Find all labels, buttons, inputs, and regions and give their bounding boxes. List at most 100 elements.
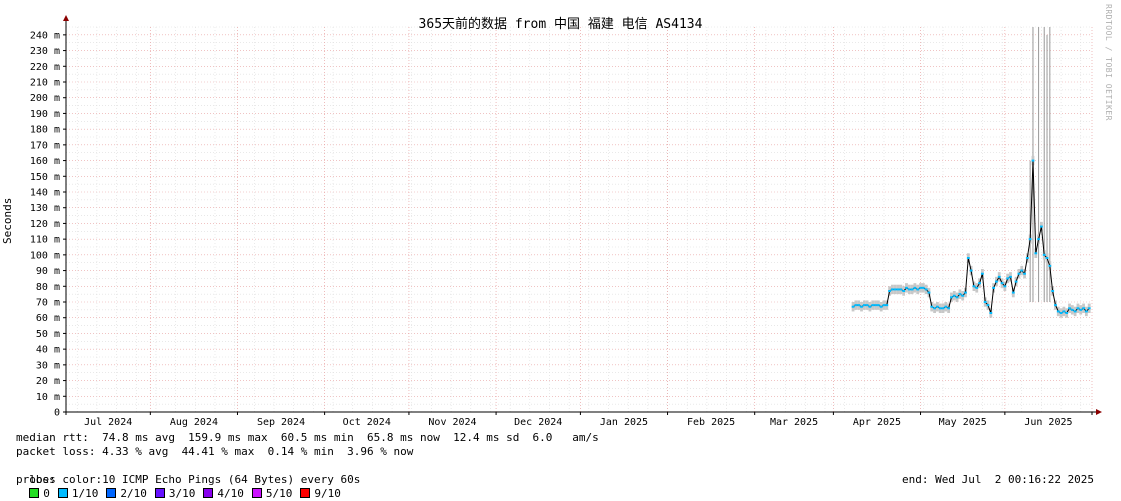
x-tick-label: Jan 2025: [600, 417, 648, 428]
median-point: [876, 304, 880, 307]
median-point: [952, 294, 956, 297]
median-point: [1023, 272, 1026, 275]
y-tick-label: 130 m: [30, 203, 60, 214]
x-tick-label: Sep 2024: [257, 417, 305, 428]
median-point: [902, 290, 906, 292]
median-point: [1003, 285, 1007, 288]
median-point: [1020, 269, 1024, 272]
median-point: [958, 293, 962, 296]
median-point: [919, 286, 922, 289]
y-tick-label: 160 m: [30, 156, 60, 167]
x-tick-label: Jun 2025: [1024, 417, 1072, 428]
median-point: [1034, 252, 1038, 255]
median-point: [966, 257, 970, 259]
median-point: [980, 272, 984, 275]
end-time: end: Wed Jul 2 00:16:22 2025: [902, 473, 1095, 486]
median-point: [927, 291, 931, 294]
loss-color-swatch: [203, 488, 214, 498]
median-point: [879, 305, 883, 308]
median-point: [950, 296, 953, 299]
median-point: [972, 285, 976, 288]
y-tick-label: 180 m: [30, 125, 60, 136]
x-tick-label: Aug 2024: [170, 417, 218, 428]
median-point: [1045, 257, 1049, 259]
y-tick-label: 30 m: [36, 360, 60, 371]
median-point: [882, 304, 886, 307]
y-tick-label: 50 m: [36, 329, 60, 340]
loss-color-swatch: [106, 488, 117, 498]
loss-color-swatch: [251, 488, 262, 498]
x-tick-label: Feb 2025: [687, 417, 735, 428]
median-point: [1031, 159, 1035, 162]
median-point: [992, 286, 996, 289]
median-point: [857, 304, 861, 307]
median-point: [941, 307, 945, 310]
median-point: [1076, 307, 1080, 310]
y-tick-label: 170 m: [30, 140, 60, 151]
x-tick-label: Oct 2024: [343, 417, 391, 428]
median-point: [1059, 312, 1063, 314]
median-point: [1006, 277, 1010, 280]
median-point: [871, 304, 875, 307]
median-point: [1062, 310, 1066, 313]
median-point: [885, 304, 889, 307]
median-point: [1070, 308, 1074, 311]
median-point: [899, 288, 903, 291]
median-point: [1009, 275, 1012, 278]
y-tick-label: 120 m: [30, 219, 60, 230]
median-point: [989, 312, 993, 314]
median-point: [862, 304, 866, 307]
loss-color-swatch: [154, 488, 165, 498]
median-point: [916, 288, 920, 291]
y-axis-label: Seconds: [1, 197, 14, 244]
chart-title: 365天前的数据 from 中国 福建 电信 AS4134: [418, 17, 703, 32]
median-point: [1017, 272, 1021, 275]
median-point: [888, 290, 892, 292]
y-tick-label: 230 m: [30, 46, 60, 57]
median-point: [1087, 307, 1091, 310]
median-point: [913, 286, 917, 289]
median-point: [1068, 307, 1071, 310]
y-tick-label: 220 m: [30, 62, 60, 73]
median-point: [944, 305, 948, 308]
median-point: [1048, 264, 1052, 267]
median-point: [1084, 310, 1088, 313]
median-point: [896, 288, 900, 291]
median-point: [1082, 307, 1085, 310]
median-point: [865, 304, 869, 307]
y-tick-label: 90 m: [36, 266, 60, 277]
median-point: [1037, 238, 1040, 241]
median-point: [1051, 290, 1055, 292]
y-tick-label: 190 m: [30, 109, 60, 120]
median-point: [905, 286, 908, 289]
y-tick-label: 60 m: [36, 313, 60, 324]
loss-color-swatch: [57, 488, 68, 498]
median-point: [1014, 280, 1018, 283]
rrdtool-watermark: RRDTOOL / TOBI OETIKER: [1104, 4, 1113, 121]
median-point: [933, 307, 936, 310]
median-point: [935, 305, 939, 308]
median-point: [1025, 257, 1029, 259]
y-tick-label: 70 m: [36, 298, 60, 309]
median-point: [860, 305, 863, 308]
median-point: [964, 291, 967, 294]
median-point: [955, 296, 959, 299]
median-point: [1000, 282, 1004, 285]
y-tick-label: 200 m: [30, 93, 60, 104]
median-point: [924, 288, 928, 291]
y-tick-label: 150 m: [30, 172, 60, 183]
median-point: [1073, 310, 1077, 313]
median-point: [938, 307, 942, 310]
median-point: [969, 269, 973, 272]
median-point: [1011, 291, 1015, 294]
y-tick-label: 110 m: [30, 235, 60, 246]
median-point: [874, 304, 877, 307]
loss-color-swatch: [300, 488, 311, 498]
median-point: [893, 288, 897, 291]
x-tick-label: Dec 2024: [514, 417, 562, 428]
packet-loss-stats: packet loss: 4.33 % avg 44.41 % max 0.14…: [16, 445, 414, 458]
median-point: [947, 307, 951, 310]
y-tick-label: 10 m: [36, 392, 60, 403]
probe-info: probe: 10 ICMP Echo Pings (64 Bytes) eve…: [16, 473, 361, 486]
median-point: [986, 304, 990, 307]
